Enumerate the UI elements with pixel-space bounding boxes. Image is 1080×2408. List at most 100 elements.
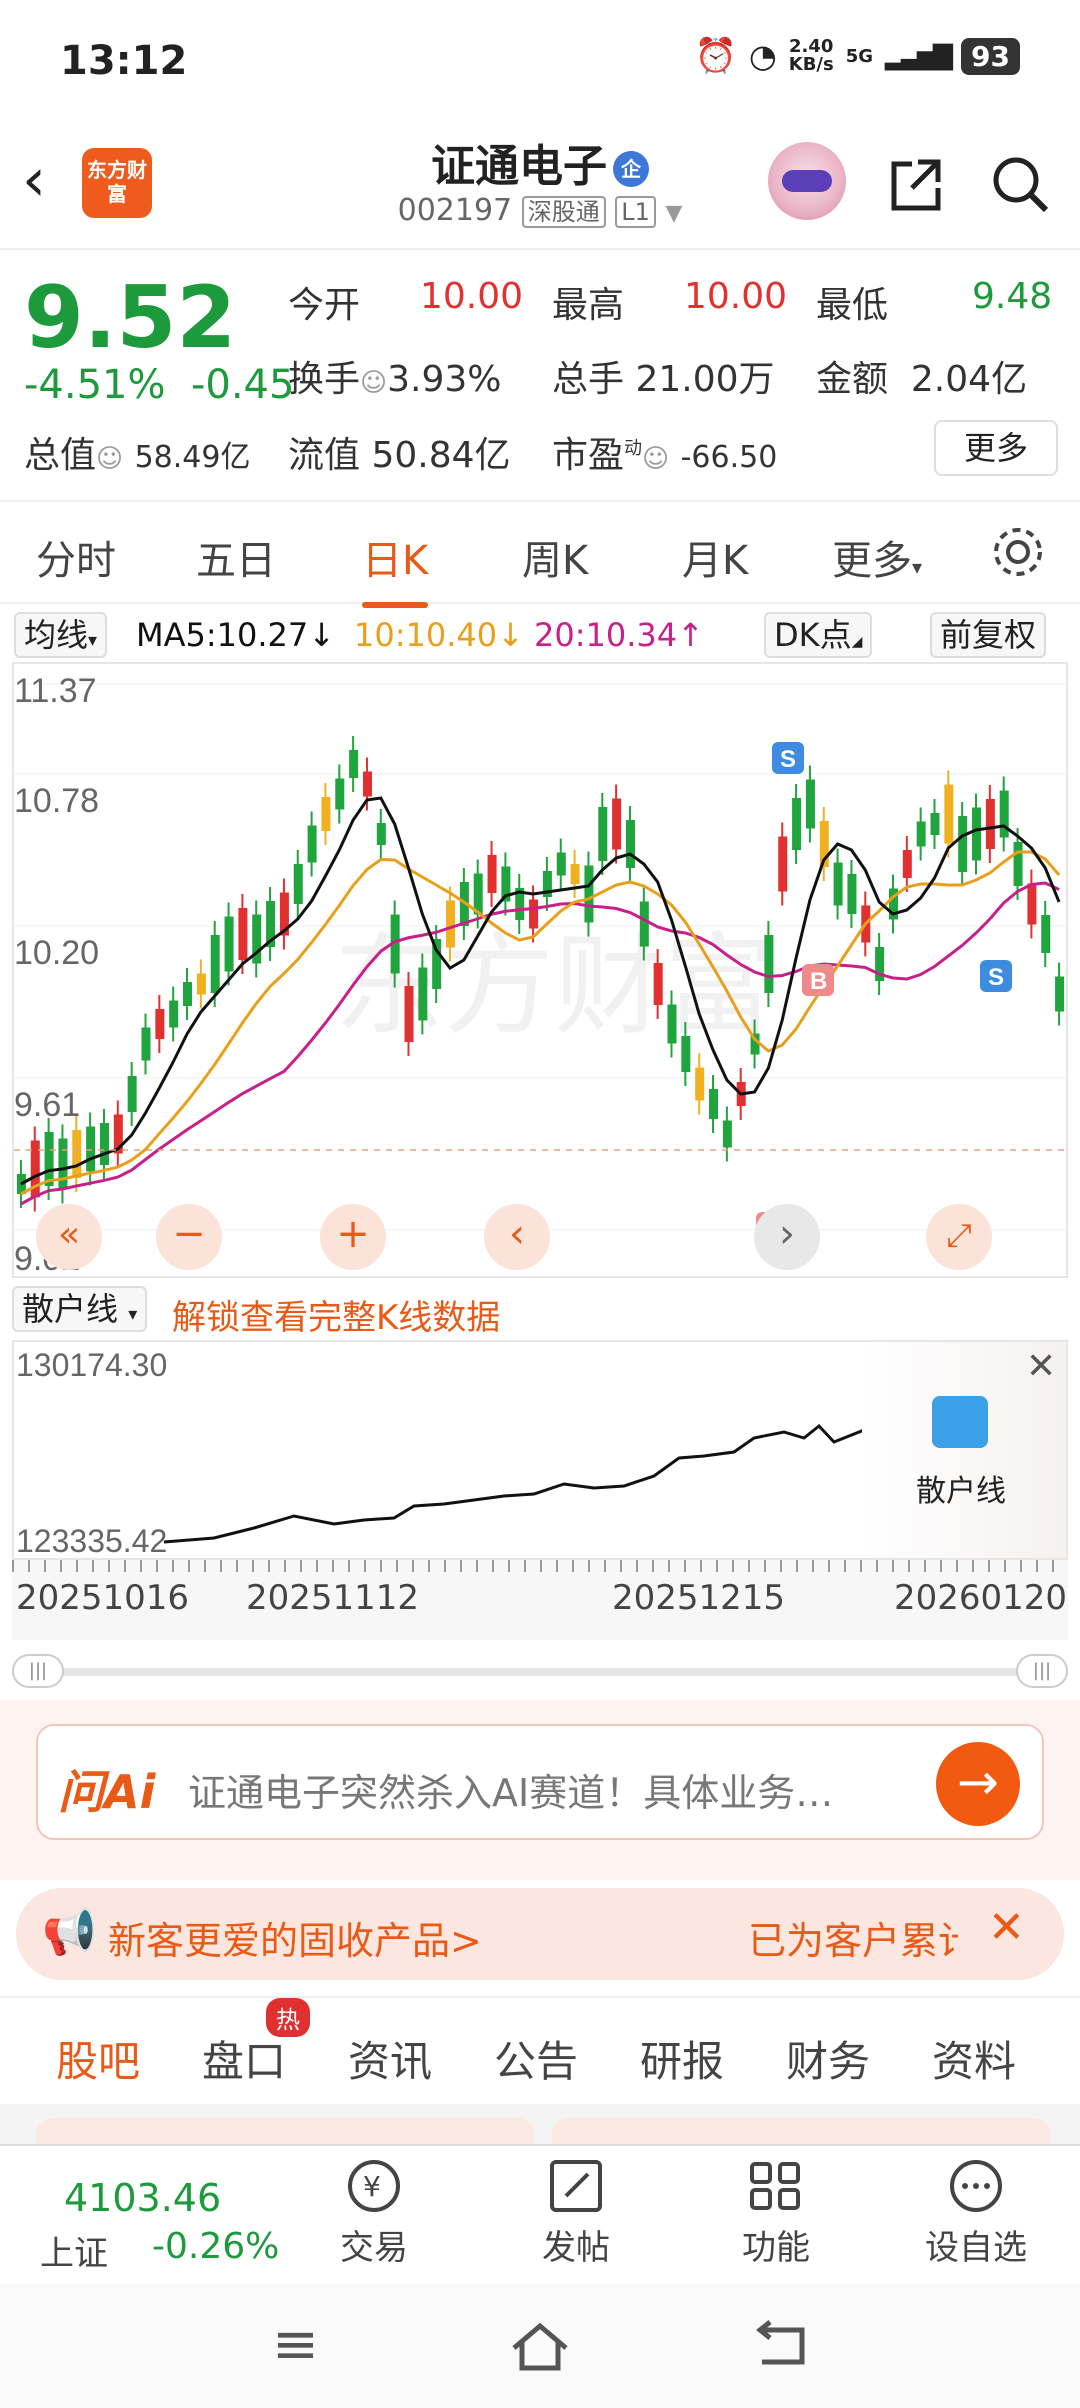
candle <box>722 1120 732 1148</box>
speed-icon: ◔ <box>748 37 777 75</box>
tab-daily-k[interactable]: 日K <box>362 528 429 608</box>
ai-question-bar[interactable]: 问Ai 证通电子突然杀入AI赛道！具体业务… → <box>36 1724 1044 1840</box>
tab-guba[interactable]: 股吧 <box>56 2028 141 2111</box>
tab-intraday[interactable]: 分时 <box>36 528 116 586</box>
ai-logo: 问Ai <box>58 1765 156 1819</box>
candle <box>612 798 622 850</box>
candle <box>446 900 456 948</box>
candle <box>196 973 206 995</box>
candle <box>404 986 414 1042</box>
candle <box>238 908 248 960</box>
sell-marker: S <box>988 964 1004 991</box>
stock-name: 证通电子 <box>431 141 607 192</box>
post-button[interactable]: 发帖 <box>516 2148 636 2269</box>
tab-weekly-k[interactable]: 周K <box>522 528 588 586</box>
ai-submit-button[interactable]: → <box>936 1742 1020 1826</box>
tab-profile[interactable]: 资料 <box>932 2028 1016 2089</box>
megaphone-icon: 📢 <box>42 1907 97 1958</box>
retail-min: 123335.42 <box>16 1523 167 1558</box>
range-handle-left[interactable]: ||| <box>12 1654 64 1688</box>
search-icon[interactable] <box>988 152 1052 216</box>
candle <box>99 1123 109 1165</box>
date-axis: 20251016 20251112 20251215 20260120 <box>12 1560 1068 1640</box>
candle <box>805 779 815 829</box>
status-bar: 13:12 ⏰ ◔ 2.40 KB/s 5G ▂▃▅▇ 93 <box>0 0 1080 120</box>
mcap-field: 总值☺ 58.49亿 <box>24 435 251 476</box>
pe-field: 市盈动☺ -66.50 <box>552 435 778 476</box>
candle <box>529 899 539 929</box>
open-value: 10.00 <box>420 276 524 317</box>
close-icon[interactable]: ✕ <box>1026 1346 1056 1387</box>
promo-banner[interactable]: 📢 新客更爱的固收产品> 已为客户累计 ✕ <box>16 1888 1064 1980</box>
trade-button[interactable]: ¥ 交易 <box>314 2148 434 2269</box>
candle <box>709 1089 719 1119</box>
y-label-max: 11.37 <box>14 672 97 710</box>
ai-assistant-icon[interactable] <box>768 142 846 220</box>
settings-icon[interactable] <box>990 524 1046 580</box>
candle <box>958 816 968 872</box>
candle <box>321 797 331 831</box>
retail-promo[interactable]: 散户线 ✕ <box>862 1342 1066 1558</box>
scroll-right-button[interactable]: › <box>754 1204 820 1270</box>
retail-selector[interactable]: 散户线 ▾ <box>12 1286 148 1332</box>
ma-selector[interactable]: 均线▾ <box>14 612 108 658</box>
candle <box>487 855 497 893</box>
candle <box>72 1130 82 1178</box>
tab-research[interactable]: 研报 <box>640 2028 724 2089</box>
home-icon[interactable] <box>508 2318 572 2374</box>
function-button[interactable]: 功能 <box>716 2148 836 2269</box>
candle <box>778 836 788 892</box>
scroll-left-button[interactable]: ‹ <box>484 1204 550 1270</box>
banner-close-icon[interactable]: ✕ <box>988 1902 1025 1953</box>
candle <box>1055 976 1065 1012</box>
tab-finance[interactable]: 财务 <box>786 2028 870 2089</box>
tab-five-day[interactable]: 五日 <box>196 528 276 586</box>
share-icon[interactable] <box>884 152 948 216</box>
zoom-in-button[interactable]: + <box>320 1204 386 1270</box>
open-field: 今开 <box>288 285 361 326</box>
candle <box>930 813 940 835</box>
retail-line-chart[interactable]: 130174.30 123335.42 散户线 ✕ <box>12 1340 1068 1560</box>
candle <box>307 825 317 863</box>
price-change: -4.51% -0.45 <box>24 362 295 408</box>
candle <box>418 967 428 1021</box>
tab-news[interactable]: 资讯 <box>348 2028 432 2089</box>
y-label-3: 10.20 <box>14 934 99 972</box>
fullscreen-icon[interactable]: ⤢ <box>926 1204 992 1270</box>
index-ticker[interactable]: 4103.46 上证 -0.26% <box>0 2146 300 2284</box>
candle <box>349 750 359 778</box>
more-dots-icon <box>950 2160 1002 2212</box>
retail-max: 130174.30 <box>16 1347 167 1383</box>
date-label: 20260120 <box>894 1578 1068 1618</box>
date-label: 20251112 <box>246 1578 420 1618</box>
scroll-start-button[interactable]: « <box>36 1204 102 1270</box>
ma10-value: 10:10.40↓ <box>354 616 524 654</box>
adjust-selector[interactable]: 前复权 <box>930 612 1047 658</box>
buy-marker: B <box>810 968 827 995</box>
more-button[interactable]: 更多 <box>934 420 1058 476</box>
zoom-out-button[interactable]: − <box>156 1204 222 1270</box>
tab-pankou[interactable]: 盘口 <box>202 2028 286 2089</box>
candle <box>58 1138 68 1190</box>
candle <box>293 864 303 904</box>
menu-icon[interactable]: ≡ <box>272 2312 319 2377</box>
tab-announcements[interactable]: 公告 <box>494 2028 578 2089</box>
date-label: 20251215 <box>612 1578 786 1618</box>
range-handle-right[interactable]: ||| <box>1016 1654 1068 1688</box>
dk-point-selector[interactable]: DK点◢ <box>764 612 873 658</box>
back-nav-icon[interactable] <box>750 2318 814 2374</box>
range-scrollbar[interactable]: ||| ||| <box>12 1654 1068 1688</box>
ma-indicator-row: 均线▾ MA5:10.27↓ 10:10.40↓ 20:10.34↑ DK点◢ … <box>0 606 1080 662</box>
index-name: 上证 <box>40 2234 108 2274</box>
ma20-value: 20:10.34↑ <box>534 616 704 654</box>
unlock-link[interactable]: 解锁查看完整K线数据 <box>172 1290 500 1339</box>
add-watchlist-button[interactable]: 设自选 <box>916 2148 1036 2269</box>
kline-chart[interactable]: 东方财富 11.37 10.78 10.20 9.61 9.02 S B S B… <box>12 662 1068 1278</box>
tab-monthly-k[interactable]: 月K <box>682 528 748 586</box>
y-label-4: 9.61 <box>14 1086 80 1124</box>
candle <box>127 1076 137 1112</box>
high-value: 10.00 <box>684 276 788 317</box>
tab-more[interactable]: 更多▾ <box>832 528 922 586</box>
candle <box>764 935 774 993</box>
clock: 13:12 <box>60 38 188 84</box>
